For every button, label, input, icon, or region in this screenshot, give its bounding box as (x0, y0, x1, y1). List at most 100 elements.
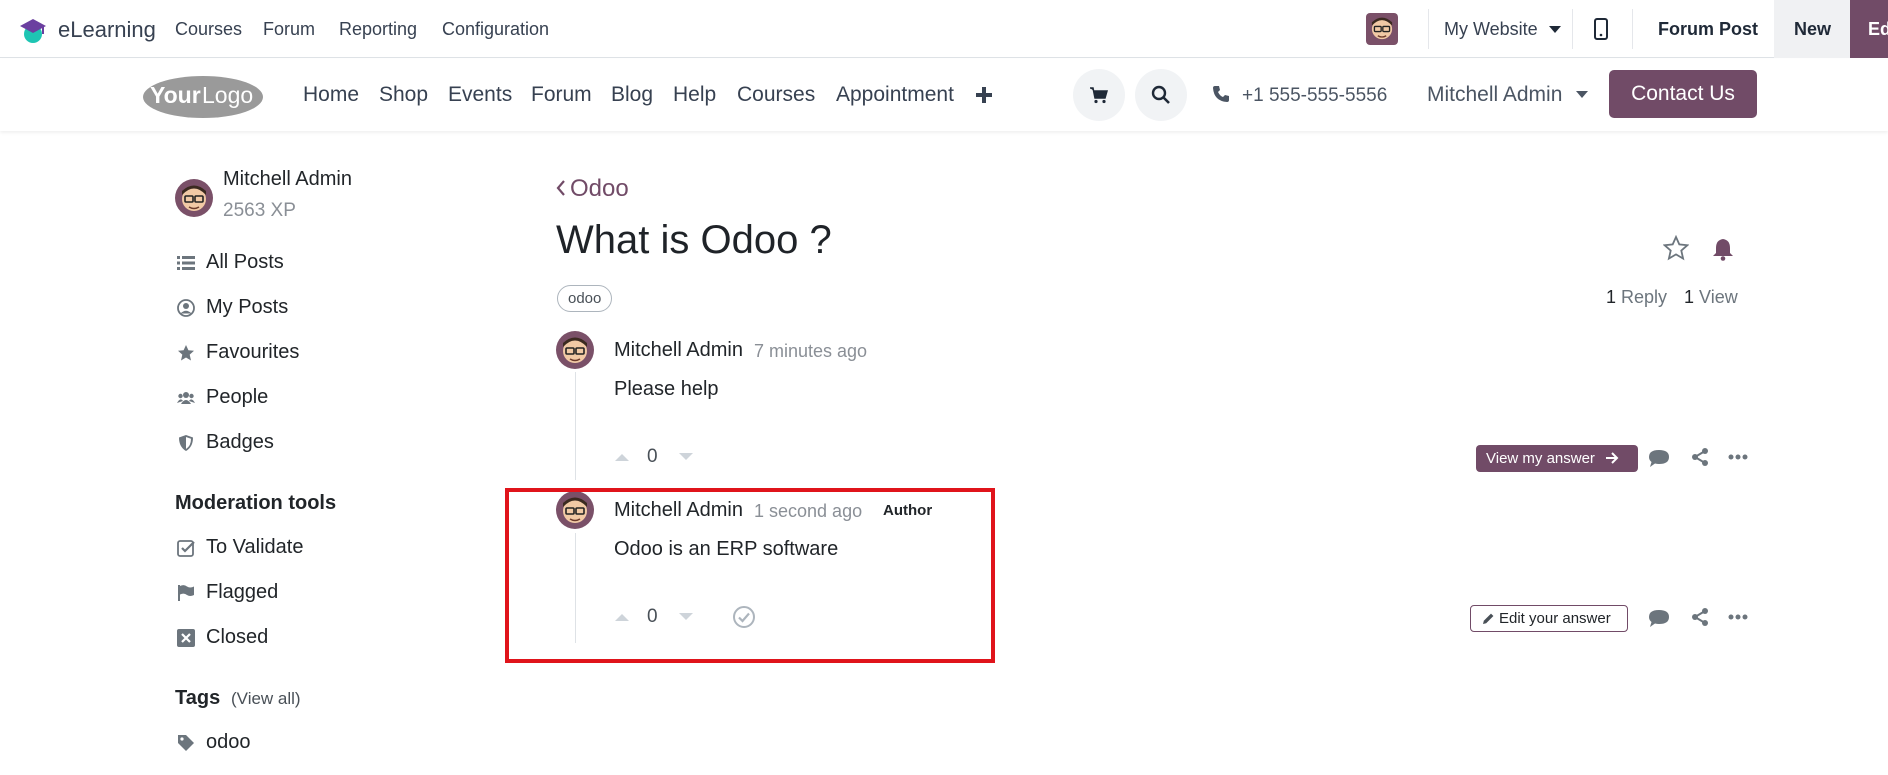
moderation-tools-heading: Moderation tools (175, 492, 337, 514)
svg-text:Logo: Logo (202, 82, 253, 108)
divider (1632, 9, 1633, 49)
menu-configuration[interactable]: Configuration (442, 19, 549, 40)
sidebar-item-label: Badges (206, 431, 274, 453)
sidebar-user-xp: 2563 XP (223, 200, 296, 221)
cart-icon (1090, 87, 1108, 104)
contact-us-button[interactable]: Contact Us (1609, 70, 1757, 118)
your-logo[interactable]: Your Logo (142, 71, 264, 119)
annotation-highlight-box (505, 488, 995, 663)
sidebar-item-label: All Posts (206, 251, 284, 273)
sidebar-item-label: My Posts (206, 296, 289, 318)
subscribe-bell-icon[interactable] (1712, 237, 1734, 261)
arrow-right-icon (1606, 452, 1619, 464)
nav-blog[interactable]: Blog (611, 83, 653, 107)
phone-number[interactable]: +1 555-555-5556 (1242, 85, 1387, 107)
menu-reporting[interactable]: Reporting (339, 19, 417, 40)
star-icon (178, 345, 194, 361)
view-count: 1 View (1684, 287, 1738, 308)
close-square-icon (177, 629, 195, 647)
sidebar-item-label: Flagged (206, 581, 279, 603)
mobile-preview-icon[interactable] (1594, 18, 1608, 40)
list-icon (177, 256, 195, 270)
sidebar-item-all-posts[interactable]: All Posts (177, 251, 377, 277)
new-button[interactable]: New (1774, 0, 1850, 58)
sidebar-item-favourites[interactable]: Favourites (177, 341, 377, 367)
nav-events[interactable]: Events (448, 83, 512, 107)
backend-user-avatar[interactable] (1366, 13, 1398, 45)
backend-navbar: eLearning Courses Forum Reporting Config… (0, 0, 1888, 58)
tags-view-all-link[interactable]: (View all) (231, 689, 301, 709)
sidebar-avatar[interactable] (175, 179, 213, 217)
question-tag[interactable]: odoo (557, 285, 613, 312)
question-time: 7 minutes ago (754, 341, 868, 361)
favourite-star-icon[interactable] (1663, 235, 1689, 261)
sidebar-item-badges[interactable]: Badges (177, 431, 377, 457)
nav-home[interactable]: Home (303, 83, 359, 107)
sidebar-tag-label: odoo (206, 731, 251, 753)
sidebar-item-label: Closed (206, 626, 269, 648)
question-author-avatar[interactable] (556, 331, 594, 369)
more-options-icon[interactable] (1728, 454, 1748, 460)
question-content: Please help (614, 378, 719, 400)
breadcrumb-label: Odoo (570, 175, 629, 202)
reply-count-label: Reply (1621, 287, 1668, 307)
comment-icon[interactable] (1648, 449, 1670, 468)
sidebar-item-my-posts[interactable]: My Posts (177, 296, 377, 322)
app-name[interactable]: eLearning (58, 17, 156, 43)
sidebar-item-flagged[interactable]: Flagged (177, 581, 377, 607)
nav-shop[interactable]: Shop (379, 83, 428, 107)
sidebar-item-to-validate[interactable]: To Validate (177, 536, 377, 562)
upvote-icon[interactable] (614, 452, 630, 462)
caret-down-icon (1548, 26, 1561, 34)
nav-help[interactable]: Help (673, 83, 716, 107)
check-square-icon (177, 540, 195, 557)
page-title: What is Odoo ? (556, 218, 832, 262)
view-count-value: 1 (1684, 287, 1695, 307)
website-selector-label: My Website (1444, 19, 1538, 39)
nav-appointment[interactable]: Appointment (836, 83, 954, 107)
sidebar-item-label: To Validate (206, 536, 304, 558)
divider (1572, 9, 1573, 49)
menu-forum[interactable]: Forum (263, 19, 315, 40)
sidebar-item-label: Favourites (206, 341, 300, 363)
breadcrumb-back-link[interactable]: Odoo (556, 175, 629, 203)
nav-forum[interactable]: Forum (531, 83, 592, 107)
comment-icon[interactable] (1648, 609, 1670, 628)
shield-icon (179, 435, 193, 451)
svg-text:Your: Your (150, 82, 201, 108)
sidebar-user-name[interactable]: Mitchell Admin (223, 168, 352, 191)
tag-icon (178, 735, 194, 751)
question-author[interactable]: Mitchell Admin (614, 339, 743, 362)
search-icon (1151, 85, 1170, 104)
search-button[interactable] (1135, 69, 1187, 121)
question-vote-count: 0 (647, 446, 658, 467)
add-menu-icon[interactable] (975, 86, 993, 104)
menu-courses[interactable]: Courses (175, 19, 242, 40)
edit-your-answer-button[interactable]: Edit your answer (1470, 605, 1628, 632)
sidebar-item-label: People (206, 386, 269, 408)
nav-courses[interactable]: Courses (737, 83, 815, 107)
downvote-icon[interactable] (678, 452, 694, 462)
website-selector[interactable]: My Website (1444, 19, 1561, 40)
chevron-left-icon (556, 180, 565, 196)
edit-button[interactable]: Edit (1850, 0, 1888, 58)
share-icon[interactable] (1690, 447, 1710, 467)
view-my-answer-button[interactable]: View my answer (1476, 445, 1638, 472)
view-count-label: View (1699, 287, 1738, 307)
thread-line (575, 372, 576, 480)
sidebar-item-people[interactable]: People (177, 386, 377, 412)
user-menu[interactable]: Mitchell Admin (1427, 83, 1589, 107)
cart-button[interactable] (1073, 69, 1125, 121)
more-options-icon[interactable] (1728, 614, 1748, 620)
record-label[interactable]: Forum Post (1658, 19, 1758, 40)
caret-down-icon (1576, 91, 1589, 99)
share-icon[interactable] (1690, 607, 1710, 627)
reply-count: 1 Reply (1606, 287, 1667, 308)
sidebar-item-closed[interactable]: Closed (177, 626, 377, 652)
elearning-app-icon[interactable] (18, 15, 48, 45)
edit-your-answer-label: Edit your answer (1499, 610, 1611, 627)
new-button-label: New (1794, 19, 1832, 39)
website-header: Your Logo Home Shop Events Forum Blog He… (0, 59, 1888, 131)
tags-heading: Tags (175, 687, 221, 709)
sidebar-tag-odoo[interactable]: odoo (177, 731, 377, 757)
